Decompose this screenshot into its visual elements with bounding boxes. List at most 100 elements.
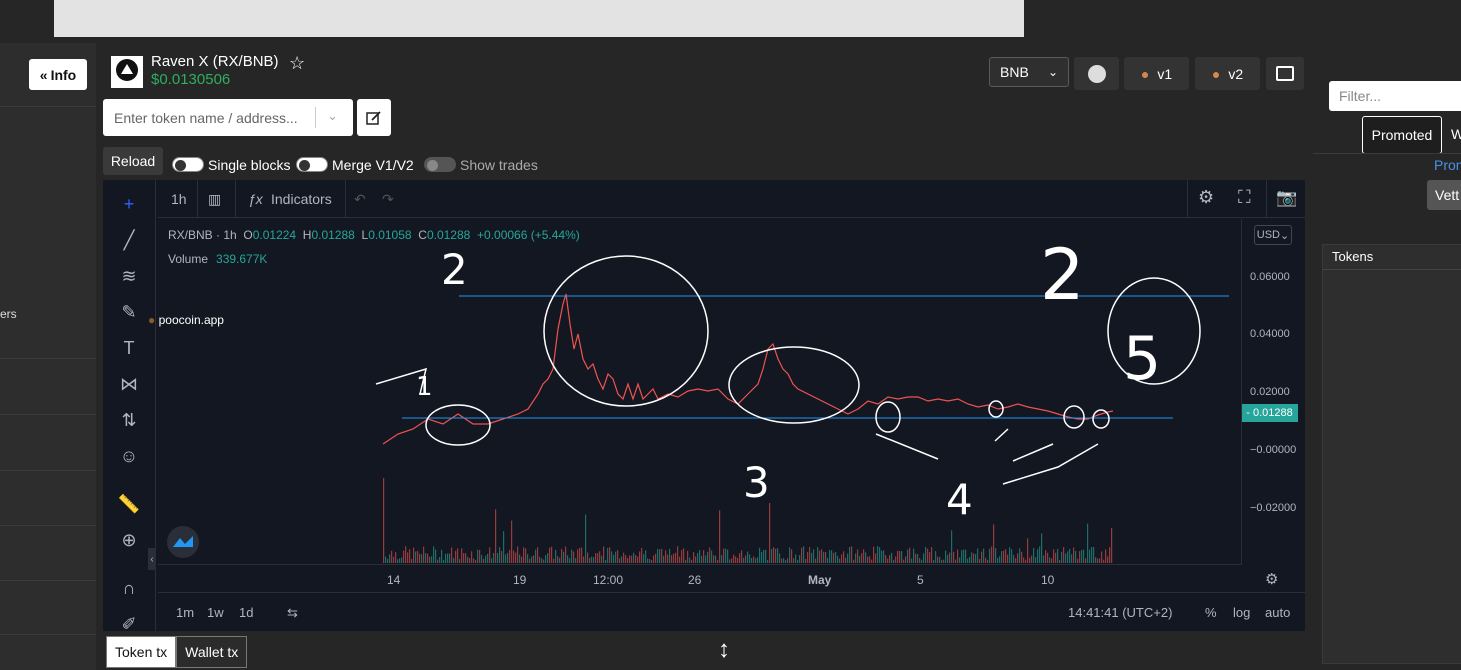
volume-bar — [605, 559, 607, 563]
promoted-tab[interactable]: Promoted — [1362, 116, 1442, 154]
divider — [345, 180, 346, 218]
volume-bar — [1067, 551, 1069, 563]
divider — [0, 525, 96, 526]
volume-bar — [1081, 549, 1083, 563]
volume-bar — [645, 550, 647, 563]
pancakeswap-v2-button[interactable]: ● v2 — [1195, 57, 1260, 90]
ruler-icon[interactable]: 📏 — [117, 492, 141, 516]
text-icon[interactable]: T — [117, 336, 141, 360]
volume-bar — [1053, 549, 1055, 563]
pancakeswap-v1-button[interactable]: ● v1 — [1124, 57, 1189, 90]
volume-bar — [1097, 558, 1099, 563]
crosshair-icon[interactable]: + — [117, 192, 141, 216]
volume-bar — [1095, 557, 1097, 563]
promoted-link[interactable]: Pron — [1434, 157, 1461, 173]
fullscreen-icon[interactable]: ⛶ — [1238, 187, 1251, 208]
single-blocks-toggle[interactable] — [172, 157, 204, 172]
volume-bar — [569, 558, 571, 563]
trendline-icon[interactable]: ╱ — [117, 228, 141, 252]
filter-input[interactable]: Filter... — [1329, 81, 1461, 111]
edit-button[interactable] — [357, 99, 391, 136]
show-trades-toggle[interactable] — [424, 157, 456, 172]
magnet-icon[interactable]: ∩ — [117, 576, 141, 600]
chart-icon-button[interactable] — [1074, 57, 1119, 90]
reload-button[interactable]: Reload — [103, 147, 163, 175]
range-1m[interactable]: 1m — [176, 605, 194, 620]
volume-bar — [891, 552, 893, 563]
volume-bar — [459, 558, 461, 563]
volume-bar — [1045, 550, 1047, 563]
volume-bar — [911, 558, 913, 563]
emoji-icon[interactable]: ☺ — [117, 444, 141, 468]
volume-bar — [1103, 559, 1105, 563]
volume-bar — [1063, 547, 1065, 563]
volume-bar — [811, 552, 813, 563]
axis-settings-icon[interactable]: ⚙ — [1265, 570, 1278, 588]
vetted-button[interactable]: Vett — [1427, 180, 1461, 210]
volume-bar — [1077, 558, 1079, 563]
range-1d[interactable]: 1d — [239, 605, 253, 620]
volume-bar — [897, 550, 899, 563]
indicators-button[interactable]: Indicators — [271, 191, 332, 207]
volume-bar — [1059, 559, 1061, 563]
auto-toggle[interactable]: auto — [1265, 605, 1290, 620]
log-toggle[interactable]: log — [1233, 605, 1250, 620]
volume-bar — [633, 552, 635, 563]
settings-icon[interactable]: ⚙ — [1198, 187, 1214, 208]
candles-icon[interactable]: ▥ — [208, 191, 221, 208]
lock-drawing-icon[interactable]: ✐ — [117, 612, 141, 636]
volume-bar — [463, 553, 465, 563]
volume-bar — [753, 556, 755, 563]
wallet-button[interactable] — [1266, 57, 1304, 90]
x-tick: 14 — [387, 573, 401, 587]
undo-icon[interactable]: ↶ — [354, 191, 366, 208]
network-select[interactable]: BNB ⌄ — [989, 57, 1069, 87]
clock-time[interactable]: 14:41:41 (UTC+2) — [1068, 605, 1172, 620]
show-trades-label: Show trades — [460, 157, 538, 173]
info-button[interactable]: « Info — [29, 59, 87, 90]
resize-handle-icon[interactable]: ↕ — [718, 636, 730, 664]
info-button-label: Info — [50, 66, 77, 83]
merge-toggle[interactable] — [296, 157, 328, 172]
partial-tab[interactable]: W — [1451, 126, 1461, 142]
fib-icon[interactable]: ≋ — [117, 264, 141, 288]
chevron-down-icon[interactable]: ⌄ — [327, 108, 338, 124]
volume-bar — [993, 524, 995, 563]
price-chart-canvas[interactable]: 1 2 3 4 5 2 — [158, 219, 1241, 564]
collapse-toolbar-icon[interactable]: ‹ — [148, 548, 156, 570]
volume-bar — [703, 550, 705, 563]
camera-icon[interactable]: 📷 — [1276, 188, 1297, 208]
range-1w[interactable]: 1w — [207, 605, 224, 620]
interval-button[interactable]: 1h — [171, 191, 187, 207]
volume-bar — [829, 550, 831, 563]
volume-bar — [583, 556, 585, 563]
percent-toggle[interactable]: % — [1205, 605, 1217, 620]
tab-wallet-tx[interactable]: Wallet tx — [176, 636, 248, 668]
redo-icon[interactable]: ↷ — [382, 191, 394, 208]
volume-bar — [493, 553, 495, 563]
brush-icon[interactable]: ✎ — [117, 300, 141, 324]
volume-bar — [389, 554, 391, 563]
tradingview-logo[interactable] — [167, 526, 199, 558]
volume-bar — [977, 548, 979, 563]
volume-bar — [527, 554, 529, 563]
currency-badge[interactable]: USD ⌄ — [1254, 225, 1292, 245]
volume-bar — [577, 549, 579, 563]
star-icon[interactable]: ☆ — [289, 53, 305, 74]
volume-bar — [1043, 555, 1045, 563]
volume-bar — [681, 549, 683, 563]
volume-bar — [497, 553, 499, 563]
volume-bar — [499, 547, 501, 563]
date-range-icon[interactable]: ⇆ — [287, 605, 298, 621]
volume-bar — [533, 555, 535, 563]
pattern-icon[interactable]: ⋈ — [117, 372, 141, 396]
volume-bar — [685, 559, 687, 563]
tab-token-tx[interactable]: Token tx — [106, 636, 177, 668]
prediction-icon[interactable]: ⇅ — [117, 408, 141, 432]
volume-bar — [403, 550, 405, 563]
volume-bar — [755, 558, 757, 563]
volume-bar — [785, 559, 787, 563]
zoom-icon[interactable]: ⊕ — [117, 528, 141, 552]
token-search-input[interactable]: Enter token name / address... ⌄ — [103, 99, 353, 136]
volume-bar — [563, 551, 565, 563]
